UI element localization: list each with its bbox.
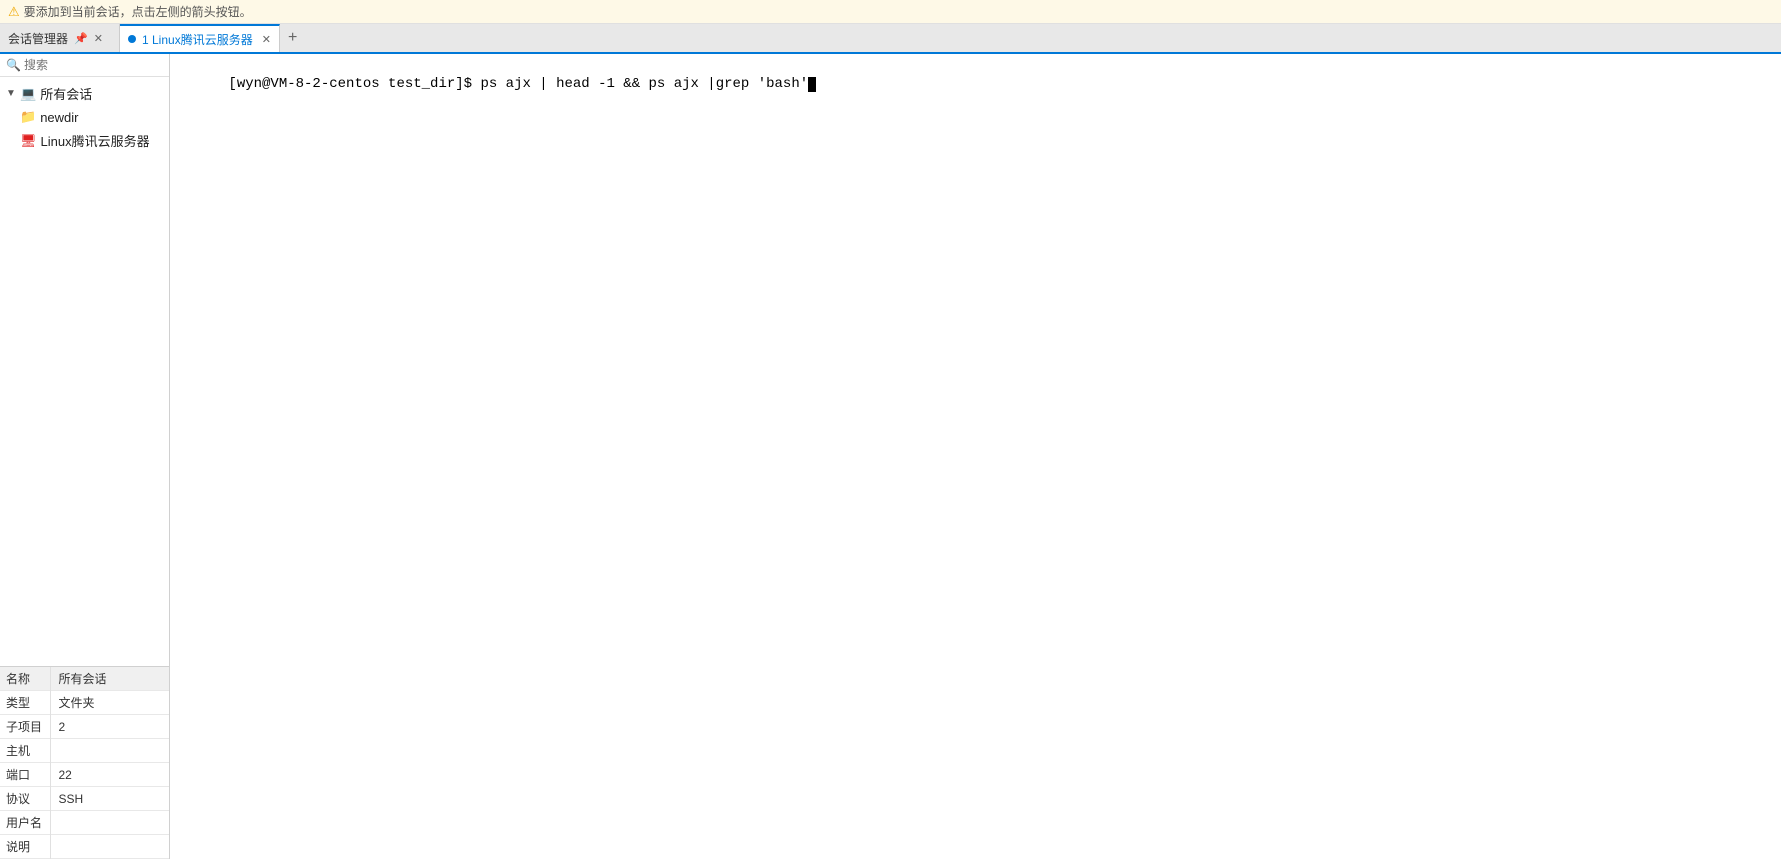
prop-val-children: 2 <box>50 715 169 739</box>
prop-val-protocol: SSH <box>50 787 169 811</box>
properties-panel: 名称 所有会话 类型 文件夹 子项目 2 主机 端口 22 <box>0 666 169 859</box>
properties-table: 名称 所有会话 类型 文件夹 子项目 2 主机 端口 22 <box>0 667 169 859</box>
active-tab-label: 1 Linux腾讯云服务器 <box>142 31 253 48</box>
prop-val-desc <box>50 835 169 859</box>
tab-bar: 会话管理器 📌 ✕ 1 Linux腾讯云服务器 ✕ + <box>0 24 1781 54</box>
prop-key-desc: 说明 <box>0 835 50 859</box>
prop-val-host <box>50 739 169 763</box>
tab-session-manager[interactable]: 会话管理器 📌 ✕ <box>0 24 120 52</box>
warning-icon: ⚠ <box>8 4 20 20</box>
notification-text: 要添加到当前会话，点击左侧的箭头按钮。 <box>24 3 252 20</box>
close-session-manager-icon[interactable]: ✕ <box>94 32 103 45</box>
prop-val-username <box>50 811 169 835</box>
tree-item-newdir[interactable]: 📁 newdir <box>0 106 169 128</box>
main-layout: 🔍 ▼ 💻 所有会话 📁 newdir 🖥 Linux腾讯云服务器 <box>0 54 1781 859</box>
add-tab-button[interactable]: + <box>280 24 305 52</box>
notification-bar: ⚠ 要添加到当前会话，点击左侧的箭头按钮。 <box>0 0 1781 24</box>
root-folder-icon: 💻 <box>20 86 36 102</box>
prop-row-children: 子项目 2 <box>0 715 169 739</box>
prop-row-host: 主机 <box>0 739 169 763</box>
prop-val-port: 22 <box>50 763 169 787</box>
folder-icon: 📁 <box>20 109 36 125</box>
server-icon: 🖥 <box>20 133 37 149</box>
prop-row-desc: 说明 <box>0 835 169 859</box>
terminal-prompt: [wyn@VM-8-2-centos test_dir]$ <box>228 76 480 92</box>
session-tree: ▼ 💻 所有会话 📁 newdir 🖥 Linux腾讯云服务器 <box>0 77 169 666</box>
prop-row-type: 类型 文件夹 <box>0 691 169 715</box>
tree-item-root[interactable]: ▼ 💻 所有会话 <box>0 81 169 106</box>
sidebar: 🔍 ▼ 💻 所有会话 📁 newdir 🖥 Linux腾讯云服务器 <box>0 54 170 859</box>
active-tab[interactable]: 1 Linux腾讯云服务器 ✕ <box>120 24 280 52</box>
prop-row-port: 端口 22 <box>0 763 169 787</box>
prop-val-type: 文件夹 <box>50 691 169 715</box>
prop-row-username: 用户名 <box>0 811 169 835</box>
prop-key-protocol: 协议 <box>0 787 50 811</box>
prop-key-children: 子项目 <box>0 715 50 739</box>
prop-key-port: 端口 <box>0 763 50 787</box>
tree-item-server-label: Linux腾讯云服务器 <box>41 131 150 150</box>
tree-item-newdir-label: newdir <box>40 110 78 125</box>
tree-toggle-icon[interactable]: ▼ <box>6 88 16 99</box>
prop-key-username: 用户名 <box>0 811 50 835</box>
session-manager-label: 会话管理器 <box>8 30 68 47</box>
prop-key-type: 类型 <box>0 691 50 715</box>
prop-key-host: 主机 <box>0 739 50 763</box>
search-icon: 🔍 <box>6 58 21 72</box>
tree-root-label: 所有会话 <box>40 84 92 103</box>
terminal-cursor <box>808 77 816 92</box>
sidebar-search-bar: 🔍 <box>0 54 169 77</box>
terminal-area[interactable]: [wyn@VM-8-2-centos test_dir]$ ps ajx | h… <box>170 54 1781 859</box>
pin-icon[interactable]: 📌 <box>74 32 88 45</box>
tab-indicator-dot <box>128 35 136 43</box>
tree-item-linux-server[interactable]: 🖥 Linux腾讯云服务器 <box>0 128 169 153</box>
close-tab-icon[interactable]: ✕ <box>262 33 271 46</box>
prop-header-value: 所有会话 <box>50 667 169 691</box>
prop-row-protocol: 协议 SSH <box>0 787 169 811</box>
prop-header-name: 名称 <box>0 667 50 691</box>
search-input[interactable] <box>24 58 163 72</box>
terminal-content[interactable]: [wyn@VM-8-2-centos test_dir]$ ps ajx | h… <box>170 54 1781 859</box>
terminal-command: ps ajx | head -1 && ps ajx |grep 'bash' <box>480 76 808 92</box>
